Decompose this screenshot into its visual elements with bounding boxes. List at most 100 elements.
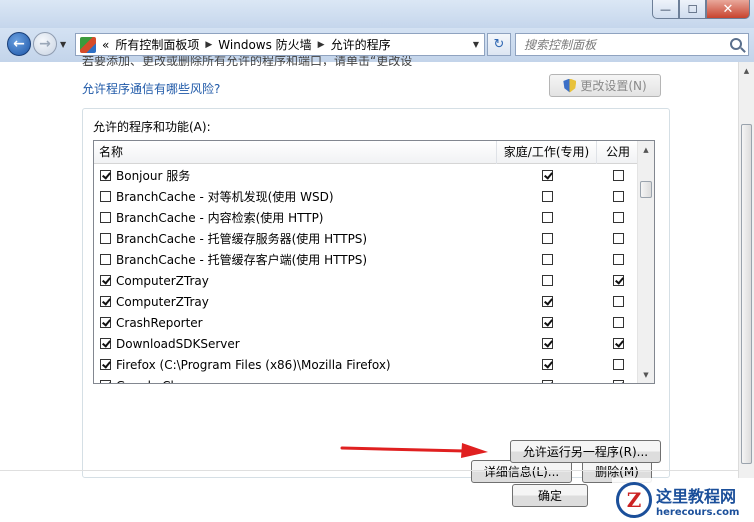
public-checkbox[interactable] <box>612 254 624 265</box>
table-row[interactable]: ComputerZTray <box>94 270 639 291</box>
table-row[interactable]: BranchCache - 托管缓存客户端(使用 HTTPS) <box>94 249 639 270</box>
allow-another-program-button[interactable]: 允许运行另一程序(R)... <box>510 440 661 463</box>
control-panel-icon <box>80 36 96 53</box>
program-name: Google Chrome <box>116 379 209 384</box>
home-work-checkbox[interactable] <box>541 380 553 383</box>
watermark-cn: 这里教程网 <box>656 486 737 506</box>
search-box[interactable] <box>515 33 749 56</box>
ok-button[interactable]: 确定 <box>512 484 588 507</box>
instruction-text: 若要添加、更改或删除所有允许的程序和端口，请单击“更改设置”。 <box>82 56 413 66</box>
minimize-button[interactable]: — <box>652 0 679 19</box>
program-enabled-checkbox[interactable] <box>100 170 111 181</box>
program-name: CrashReporter <box>116 315 203 330</box>
program-enabled-checkbox[interactable] <box>100 254 111 265</box>
breadcrumb-separator-icon[interactable]: ▶ <box>318 40 325 50</box>
scroll-up-icon[interactable]: ▲ <box>638 141 654 158</box>
program-enabled-checkbox[interactable] <box>100 233 111 244</box>
table-row[interactable]: BranchCache - 对等机发现(使用 WSD) <box>94 186 639 207</box>
home-work-checkbox[interactable] <box>541 212 553 223</box>
programs-list[interactable]: 名称 家庭/工作(专用) 公用 Bonjour 服务 BranchCache - … <box>93 140 655 384</box>
program-enabled-checkbox[interactable] <box>100 338 111 349</box>
program-enabled-checkbox[interactable] <box>100 359 111 370</box>
home-work-checkbox[interactable] <box>541 233 553 244</box>
search-icon[interactable] <box>730 38 742 50</box>
arrow-shaft <box>340 446 467 453</box>
public-checkbox[interactable] <box>612 317 624 328</box>
title-bar: — ☐ ✕ <box>0 0 754 28</box>
search-input[interactable] <box>524 37 724 52</box>
breadcrumb-firewall[interactable]: Windows 防火墙 <box>218 36 311 53</box>
breadcrumb-allowed-programs[interactable]: 允许的程序 <box>331 36 391 53</box>
home-work-checkbox[interactable] <box>541 338 553 349</box>
risk-info-link[interactable]: 允许程序通信有哪些风险? <box>82 80 220 97</box>
column-header-public[interactable]: 公用 <box>597 141 639 164</box>
table-row[interactable]: ComputerZTray <box>94 291 639 312</box>
program-enabled-checkbox[interactable] <box>100 191 111 202</box>
table-row[interactable]: BranchCache - 托管缓存服务器(使用 HTTPS) <box>94 228 639 249</box>
table-row[interactable]: Bonjour 服务 <box>94 165 639 186</box>
public-cell <box>597 254 639 265</box>
breadcrumb-all-items[interactable]: 所有控制面板项 <box>115 36 199 53</box>
breadcrumb-overflow[interactable]: « <box>102 38 109 52</box>
window-scrollbar[interactable]: ▲ <box>738 62 754 522</box>
maximize-button[interactable]: ☐ <box>679 0 706 19</box>
column-header-home-work[interactable]: 家庭/工作(专用) <box>497 141 597 164</box>
list-scrollbar[interactable]: ▲ ▼ <box>637 141 654 383</box>
home-work-checkbox[interactable] <box>541 275 553 286</box>
forward-arrow-icon: → <box>39 36 51 52</box>
program-name-cell: BranchCache - 内容检索(使用 HTTP) <box>94 209 497 226</box>
public-checkbox[interactable] <box>612 359 624 370</box>
window-scroll-thumb[interactable] <box>741 124 752 464</box>
forward-button[interactable]: → <box>33 32 57 56</box>
program-enabled-checkbox[interactable] <box>100 296 111 307</box>
public-checkbox[interactable] <box>612 338 624 349</box>
back-button[interactable]: ← <box>7 32 31 56</box>
home-work-checkbox[interactable] <box>541 296 553 307</box>
program-name-cell: Google Chrome <box>94 379 497 384</box>
public-checkbox[interactable] <box>612 212 624 223</box>
address-dropdown-icon[interactable]: ▼ <box>473 40 479 49</box>
table-row[interactable]: DownloadSDKServer <box>94 333 639 354</box>
program-name: BranchCache - 托管缓存服务器(使用 HTTPS) <box>116 232 368 246</box>
program-name: BranchCache - 内容检索(使用 HTTP) <box>116 211 324 225</box>
public-checkbox[interactable] <box>612 275 624 286</box>
program-enabled-checkbox[interactable] <box>100 275 111 286</box>
refresh-button[interactable]: ↻ <box>487 33 511 56</box>
table-row[interactable]: BranchCache - 内容检索(使用 HTTP) <box>94 207 639 228</box>
change-settings-button[interactable]: 更改设置(N) <box>549 74 661 97</box>
home-work-checkbox[interactable] <box>541 191 553 202</box>
home-work-checkbox[interactable] <box>541 170 553 181</box>
window-scroll-up-icon[interactable]: ▲ <box>739 62 754 79</box>
program-name-cell: Bonjour 服务 <box>94 167 497 184</box>
scroll-thumb[interactable] <box>640 181 652 198</box>
program-enabled-checkbox[interactable] <box>100 317 111 328</box>
column-header-name[interactable]: 名称 <box>94 141 497 164</box>
table-row[interactable]: Google Chrome <box>94 375 639 384</box>
home-work-cell <box>497 296 597 307</box>
home-work-cell <box>497 212 597 223</box>
change-settings-label: 更改设置(N) <box>580 79 647 93</box>
home-work-checkbox[interactable] <box>541 359 553 370</box>
address-bar[interactable]: « 所有控制面板项 ▶ Windows 防火墙 ▶ 允许的程序 ▼ <box>75 33 485 56</box>
scroll-down-icon[interactable]: ▼ <box>638 366 654 383</box>
program-name: BranchCache - 对等机发现(使用 WSD) <box>116 190 334 204</box>
table-row[interactable]: CrashReporter <box>94 312 639 333</box>
breadcrumb-separator-icon[interactable]: ▶ <box>205 40 212 50</box>
public-checkbox[interactable] <box>612 296 624 307</box>
close-button[interactable]: ✕ <box>706 0 750 19</box>
home-work-cell <box>497 338 597 349</box>
details-button[interactable]: 详细信息(L)... <box>471 460 572 483</box>
home-work-checkbox[interactable] <box>541 254 553 265</box>
public-checkbox[interactable] <box>612 380 624 383</box>
program-name-cell: BranchCache - 托管缓存客户端(使用 HTTPS) <box>94 251 497 268</box>
table-row[interactable]: Firefox (C:\Program Files (x86)\Mozilla … <box>94 354 639 375</box>
public-checkbox[interactable] <box>612 170 624 181</box>
program-enabled-checkbox[interactable] <box>100 212 111 223</box>
public-checkbox[interactable] <box>612 191 624 202</box>
recent-pages-dropdown[interactable]: ▼ <box>60 40 66 49</box>
home-work-checkbox[interactable] <box>541 317 553 328</box>
public-checkbox[interactable] <box>612 233 624 244</box>
program-enabled-checkbox[interactable] <box>100 380 111 383</box>
home-work-cell <box>497 275 597 286</box>
content-pane: 若要添加、更改或删除所有允许的程序和端口，请单击“更改设置”。 允许程序通信有哪… <box>0 56 738 522</box>
